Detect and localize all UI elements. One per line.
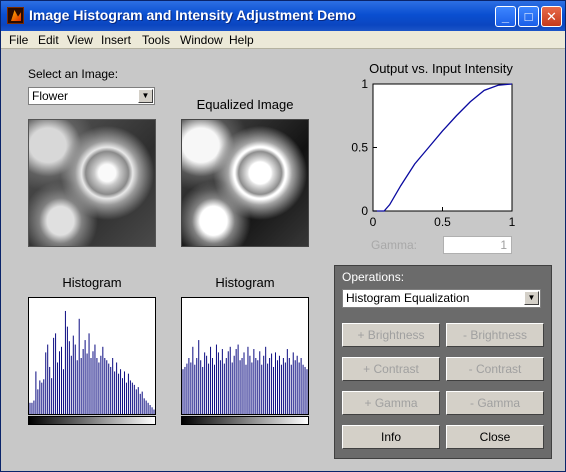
gamma-label: Gamma: xyxy=(371,238,418,252)
close-window-button[interactable]: ✕ xyxy=(541,6,562,27)
histogram-label-equalized: Histogram xyxy=(215,275,275,290)
select-image-label: Select an Image: xyxy=(28,67,119,81)
x-tick-label: 1 xyxy=(509,215,516,229)
menu-view[interactable]: View xyxy=(67,33,93,47)
plus-gamma-button[interactable]: + Gamma xyxy=(342,391,440,415)
title-bar: Image Histogram and Intensity Adjustment… xyxy=(1,1,565,31)
window-title: Image Histogram and Intensity Adjustment… xyxy=(29,7,356,23)
y-tick-label: 0.5 xyxy=(351,141,368,155)
app-window: Image Histogram and Intensity Adjustment… xyxy=(0,0,566,472)
close-button[interactable]: Close xyxy=(446,425,544,449)
chart-title: Output vs. Input Intensity xyxy=(369,61,513,76)
intensity-curve-chart: 0 0.5 1 0 0.5 1 xyxy=(351,77,516,229)
menu-window[interactable]: Window xyxy=(180,33,223,47)
image-select[interactable]: Flower ▼ xyxy=(28,87,155,105)
image-select-value: Flower xyxy=(32,89,69,103)
y-tick-label: 0 xyxy=(361,204,368,218)
minus-brightness-button[interactable]: - Brightness xyxy=(446,323,544,347)
chart-plot-area xyxy=(372,83,513,212)
equalized-image xyxy=(181,119,309,247)
matlab-icon xyxy=(7,7,24,24)
histogram-original xyxy=(28,297,156,415)
intensity-colorbar-original xyxy=(28,416,156,425)
plus-contrast-button[interactable]: + Contrast xyxy=(342,357,440,381)
operation-select[interactable]: Histogram Equalization ▼ xyxy=(342,289,541,308)
histogram-equalized-plot xyxy=(182,340,308,414)
operations-panel: Operations: Histogram Equalization ▼ + B… xyxy=(334,265,552,459)
operation-select-value: Histogram Equalization xyxy=(346,291,470,305)
menu-edit[interactable]: Edit xyxy=(38,33,59,47)
chevron-down-icon[interactable]: ▼ xyxy=(138,89,153,103)
minimize-button[interactable]: _ xyxy=(495,6,516,27)
minus-gamma-button[interactable]: - Gamma xyxy=(446,391,544,415)
operations-label: Operations: xyxy=(342,270,405,284)
minus-contrast-button[interactable]: - Contrast xyxy=(446,357,544,381)
plus-brightness-button[interactable]: + Brightness xyxy=(342,323,440,347)
intensity-colorbar-equalized xyxy=(181,416,309,425)
y-tick-label: 1 xyxy=(361,77,368,91)
info-button[interactable]: Info xyxy=(342,425,440,449)
gamma-input[interactable]: 1 xyxy=(443,236,512,254)
x-tick-label: 0.5 xyxy=(434,215,451,229)
menu-file[interactable]: File xyxy=(9,33,28,47)
histogram-equalized xyxy=(181,297,309,415)
histogram-original-plot xyxy=(29,310,155,414)
x-tick-label: 0 xyxy=(370,215,377,229)
chevron-down-icon[interactable]: ▼ xyxy=(524,291,539,305)
menu-help[interactable]: Help xyxy=(229,33,254,47)
histogram-label-original: Histogram xyxy=(62,275,122,290)
menu-bar: File Edit View Insert Tools Window Help xyxy=(1,31,565,49)
equalized-image-label: Equalized Image xyxy=(196,97,294,112)
maximize-button[interactable]: □ xyxy=(518,6,539,27)
original-image xyxy=(28,119,156,247)
menu-insert[interactable]: Insert xyxy=(101,33,131,47)
menu-tools[interactable]: Tools xyxy=(142,33,170,47)
